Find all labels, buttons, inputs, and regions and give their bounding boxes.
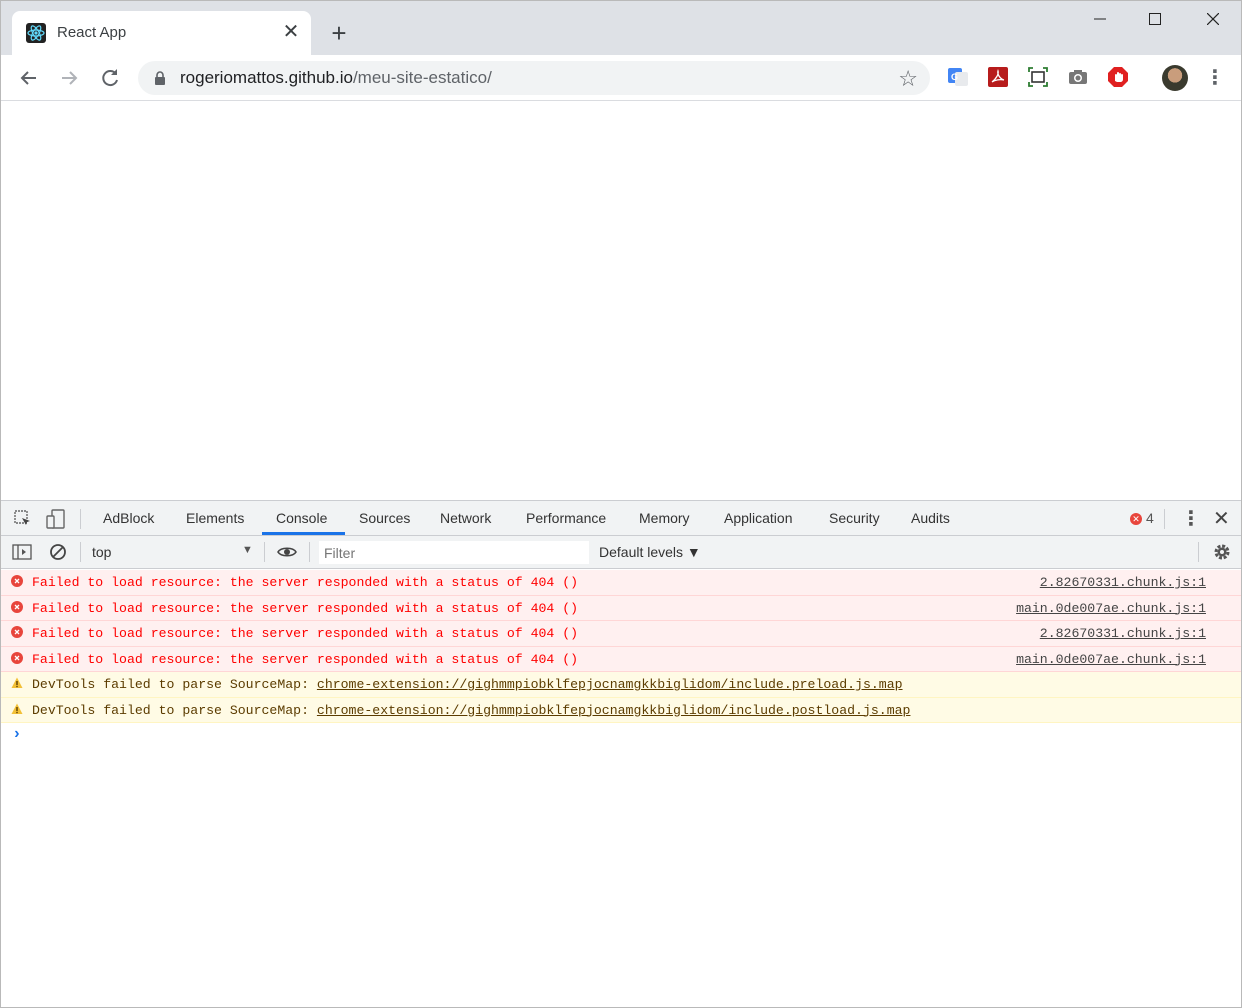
- tab-console[interactable]: Console: [276, 510, 327, 526]
- chevron-down-icon[interactable]: ▼: [242, 544, 253, 556]
- log-levels-dropdown[interactable]: Default levels ▼: [599, 544, 701, 560]
- console-warning-row: DevTools failed to parse SourceMap: chro…: [1, 697, 1241, 723]
- tab-strip: React App ✕ +: [1, 1, 1241, 55]
- devtools-close-icon[interactable]: ✕: [1213, 506, 1230, 531]
- window-close-button[interactable]: [1190, 9, 1236, 33]
- warning-text: DevTools failed to parse SourceMap:: [32, 677, 317, 692]
- pdf-icon[interactable]: [987, 66, 1009, 88]
- chrome-menu-icon[interactable]: ⋮: [1205, 66, 1225, 90]
- tab-sources[interactable]: Sources: [359, 510, 410, 526]
- eye-icon[interactable]: [277, 542, 297, 562]
- maximize-button[interactable]: [1132, 9, 1178, 33]
- warning-icon: [11, 677, 23, 688]
- context-select[interactable]: top: [92, 544, 111, 560]
- profile-avatar[interactable]: [1162, 65, 1188, 91]
- console-error-row: Failed to load resource: the server resp…: [1, 621, 1241, 647]
- address-bar[interactable]: rogeriomattos.github.io/meu-site-estatic…: [138, 61, 930, 95]
- screenshot-icon[interactable]: [1027, 66, 1049, 88]
- tab-react-app[interactable]: React App ✕: [12, 11, 311, 55]
- minimize-icon: [1094, 18, 1106, 20]
- console-error-row: Failed to load resource: the server resp…: [1, 595, 1241, 621]
- tab-application[interactable]: Application: [724, 510, 793, 526]
- separator: [80, 509, 81, 529]
- error-icon: [11, 600, 23, 613]
- console-source-link[interactable]: 2.82670331.chunk.js:1: [1040, 575, 1206, 590]
- react-icon: [26, 23, 46, 43]
- console-message-text: Failed to load resource: the server resp…: [32, 600, 579, 616]
- forward-icon: [62, 71, 78, 85]
- gear-icon[interactable]: [1212, 542, 1232, 562]
- url-text: rogeriomattos.github.io/meu-site-estatic…: [180, 68, 492, 88]
- sourcemap-link[interactable]: chrome-extension://gighmmpiobklfepjocnam…: [317, 703, 911, 718]
- camera-icon[interactable]: [1067, 66, 1089, 88]
- page-viewport: [1, 101, 1241, 500]
- console-message-text: Failed to load resource: the server resp…: [32, 651, 579, 667]
- devtools-menu-icon[interactable]: ⋮: [1181, 506, 1201, 531]
- console-prompt[interactable]: ›: [12, 725, 22, 743]
- back-icon: [20, 71, 36, 85]
- console-source-link[interactable]: main.0de007ae.chunk.js:1: [1016, 652, 1206, 667]
- tab-adblock[interactable]: AdBlock: [103, 510, 154, 526]
- warning-text: DevTools failed to parse SourceMap:: [32, 702, 317, 718]
- devtools-panel: AdBlock Elements Console Sources Network…: [1, 500, 1241, 1007]
- minimize-button[interactable]: [1077, 9, 1123, 33]
- browser-window: React App ✕ + rogeriomattos.github.io/me…: [0, 0, 1242, 1008]
- browser-toolbar: rogeriomattos.github.io/meu-site-estatic…: [1, 55, 1241, 101]
- separator: [264, 542, 265, 562]
- tab-close-icon[interactable]: ✕: [281, 22, 301, 42]
- close-icon: [1206, 12, 1220, 26]
- warning-icon: [11, 703, 23, 714]
- separator: [1164, 509, 1165, 529]
- url-host: rogeriomattos.github.io: [180, 68, 353, 87]
- bookmark-star-icon[interactable]: ☆: [898, 66, 918, 92]
- tab-audits[interactable]: Audits: [911, 510, 950, 526]
- console-message-text: Failed to load resource: the server resp…: [32, 626, 579, 641]
- google-translate-icon[interactable]: G: [947, 66, 969, 88]
- sourcemap-link[interactable]: chrome-extension://gighmmpiobklfepjocnam…: [317, 677, 903, 692]
- reload-button[interactable]: [97, 65, 123, 91]
- url-path: /meu-site-estatico/: [352, 68, 492, 87]
- error-icon: [11, 626, 23, 638]
- console-error-row: Failed to load resource: the server resp…: [1, 570, 1241, 596]
- tab-memory[interactable]: Memory: [639, 510, 690, 526]
- console-error-row: Failed to load resource: the server resp…: [1, 646, 1241, 672]
- lock-icon: [155, 71, 165, 85]
- error-icon: [11, 651, 23, 664]
- tab-elements[interactable]: Elements: [186, 510, 244, 526]
- svg-text:G: G: [951, 72, 958, 82]
- error-count-badge[interactable]: ✕ 4: [1130, 510, 1154, 526]
- sidebar-toggle-icon[interactable]: [12, 542, 32, 562]
- error-icon: ✕: [1130, 513, 1142, 525]
- inspect-element-icon[interactable]: [13, 509, 33, 529]
- active-tab-indicator: [262, 532, 345, 535]
- new-tab-button[interactable]: +: [327, 20, 351, 46]
- clear-console-icon[interactable]: [48, 542, 68, 562]
- console-message-text: DevTools failed to parse SourceMap: chro…: [32, 703, 910, 718]
- separator: [309, 542, 310, 562]
- console-messages: Failed to load resource: the server resp…: [1, 570, 1241, 743]
- error-icon: [11, 575, 23, 587]
- device-toolbar-icon[interactable]: [46, 509, 66, 529]
- maximize-icon: [1149, 13, 1161, 25]
- tab-security[interactable]: Security: [829, 510, 880, 526]
- error-count: 4: [1146, 510, 1154, 526]
- tab-title: React App: [57, 24, 127, 41]
- tab-network[interactable]: Network: [440, 510, 491, 526]
- back-button[interactable]: [16, 65, 42, 91]
- separator: [80, 542, 81, 562]
- reload-icon: [102, 69, 118, 87]
- console-toolbar: top ▼ Default levels ▼: [1, 536, 1241, 569]
- tab-performance[interactable]: Performance: [526, 510, 606, 526]
- forward-button[interactable]: [56, 65, 82, 91]
- console-source-link[interactable]: main.0de007ae.chunk.js:1: [1016, 601, 1206, 616]
- console-source-link[interactable]: 2.82670331.chunk.js:1: [1040, 626, 1206, 641]
- console-warning-row: DevTools failed to parse SourceMap: chro…: [1, 672, 1241, 698]
- separator: [1198, 542, 1199, 562]
- console-message-text: Failed to load resource: the server resp…: [32, 575, 579, 590]
- console-message-text: DevTools failed to parse SourceMap: chro…: [32, 677, 903, 692]
- devtools-tab-bar: AdBlock Elements Console Sources Network…: [1, 501, 1241, 536]
- adblock-icon[interactable]: [1107, 66, 1129, 88]
- console-filter-input[interactable]: [319, 541, 589, 564]
